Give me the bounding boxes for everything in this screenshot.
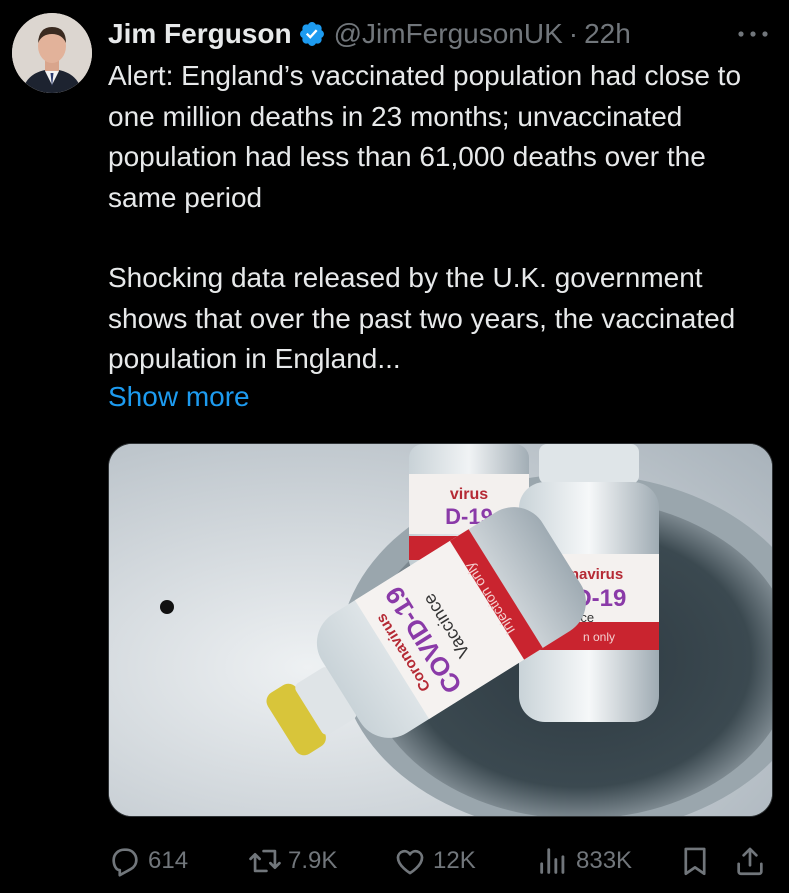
views-count: 833K	[576, 847, 633, 874]
repost-button[interactable]: 7.9K	[248, 844, 337, 878]
like-count: 12K	[433, 847, 476, 874]
repost-icon	[249, 849, 281, 873]
tweet-paragraph-2: Shocking data released by the U.K. gover…	[108, 262, 736, 374]
tweet-text: Alert: England’s vaccinated population h…	[108, 56, 773, 380]
like-button[interactable]: 12K	[393, 844, 476, 878]
repost-count: 7.9K	[288, 847, 338, 874]
tweet-image[interactable]: virus D-19 ronavirus VID-19 cince n only…	[108, 443, 773, 817]
reply-icon	[112, 848, 138, 877]
back-vial-line1: virus	[450, 486, 488, 503]
avatar-photo	[12, 13, 92, 93]
avatar[interactable]	[12, 13, 92, 93]
share-icon	[737, 847, 763, 876]
separator-dot: ·	[568, 18, 579, 49]
right-vial-line4: n only	[583, 630, 615, 644]
action-bar: 614 7.9K 12K 833K	[108, 840, 773, 880]
tweet-paragraph-1: Alert: England’s vaccinated population h…	[108, 60, 742, 213]
bookmark-button[interactable]	[678, 844, 712, 878]
verified-badge-icon	[298, 20, 326, 48]
bookmark-icon	[684, 847, 706, 876]
tweet-time[interactable]: 22h	[584, 18, 631, 50]
author-name[interactable]: Jim Ferguson	[108, 18, 292, 50]
views-button[interactable]: 833K	[536, 844, 632, 878]
share-button[interactable]	[733, 844, 767, 878]
reply-button[interactable]: 614	[108, 844, 188, 878]
reply-count: 614	[148, 847, 189, 874]
vaccine-vials-photo: virus D-19 ronavirus VID-19 cince n only…	[109, 444, 772, 816]
author-handle[interactable]: @JimFergusonUK	[334, 18, 563, 50]
views-icon	[540, 848, 565, 874]
show-more-link[interactable]: Show more	[108, 377, 250, 417]
tweet-header: Jim Ferguson @JimFergusonUK · 22h	[108, 14, 769, 54]
like-icon	[396, 849, 424, 875]
more-icon[interactable]	[735, 24, 771, 44]
